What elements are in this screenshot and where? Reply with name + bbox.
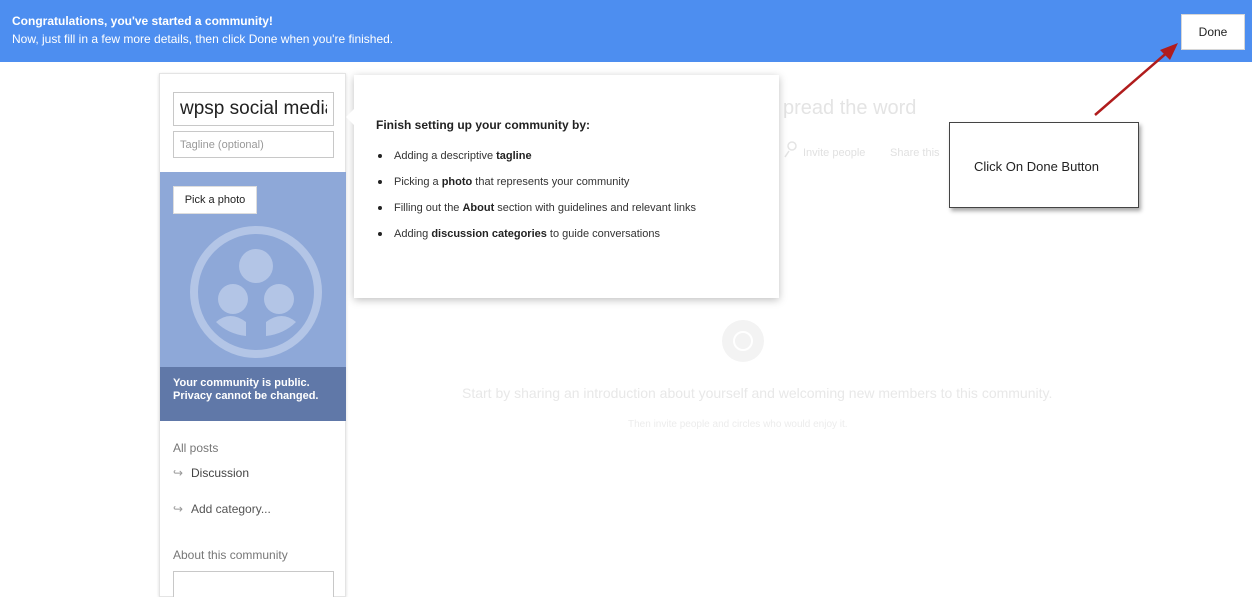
privacy-note-line1: Your community is public. (173, 377, 310, 389)
annotation-callout: Click On Done Button (949, 122, 1139, 208)
popup-pointer (346, 109, 354, 125)
tip-item: Adding discussion categories to guide co… (376, 227, 771, 253)
spread-the-word-heading: pread the word (783, 97, 917, 119)
subdirectory-arrow-icon: ↪ (173, 466, 184, 480)
tip-item: Filling out the About section with guide… (376, 201, 771, 227)
add-category-link[interactable]: ↪ Add category... (173, 502, 271, 516)
community-people-icon (190, 226, 322, 358)
person-icon (784, 141, 797, 158)
all-posts-link[interactable]: All posts (173, 441, 218, 455)
about-heading: About this community (173, 548, 288, 562)
banner-message: Congratulations, you've started a commun… (12, 12, 393, 48)
empty-state-hint: Then invite people and circles who would… (628, 419, 848, 430)
setup-tip-popup: Finish setting up your community by: Add… (346, 75, 779, 298)
banner-subtitle: Now, just fill in a few more details, th… (12, 32, 394, 46)
add-category-label: Add category... (191, 502, 271, 516)
tagline-input[interactable] (173, 131, 334, 158)
annotation-text: Click On Done Button (974, 159, 1100, 174)
empty-state-message: Start by sharing an introduction about y… (462, 385, 1053, 401)
empty-state-icon (722, 320, 764, 362)
category-discussion[interactable]: ↪ Discussion (173, 466, 249, 480)
tip-item: Adding a descriptive tagline (376, 149, 771, 175)
tip-title: Finish setting up your community by: (376, 118, 591, 132)
subdirectory-arrow-icon: ↪ (173, 502, 184, 516)
tip-list: Adding a descriptive tagline Picking a p… (376, 149, 771, 253)
privacy-note: Your community is public. Privacy cannot… (173, 377, 343, 403)
about-input[interactable] (173, 571, 334, 597)
tip-item: Picking a photo that represents your com… (376, 175, 771, 201)
category-label: Discussion (191, 466, 250, 480)
community-name-input[interactable] (173, 92, 334, 126)
banner-title: Congratulations, you've started a commun… (12, 14, 273, 28)
share-link[interactable]: Share this (890, 147, 940, 159)
invite-people-link[interactable]: Invite people (803, 147, 865, 159)
community-photo: Pick a photo Your community is public. P… (160, 172, 346, 421)
done-button[interactable]: Done (1181, 14, 1245, 50)
setup-banner: Congratulations, you've started a commun… (0, 0, 1252, 62)
privacy-note-line2: Privacy cannot be changed. (173, 390, 319, 402)
pick-photo-button[interactable]: Pick a photo (173, 186, 257, 214)
community-sidebar: Pick a photo Your community is public. P… (159, 73, 346, 597)
